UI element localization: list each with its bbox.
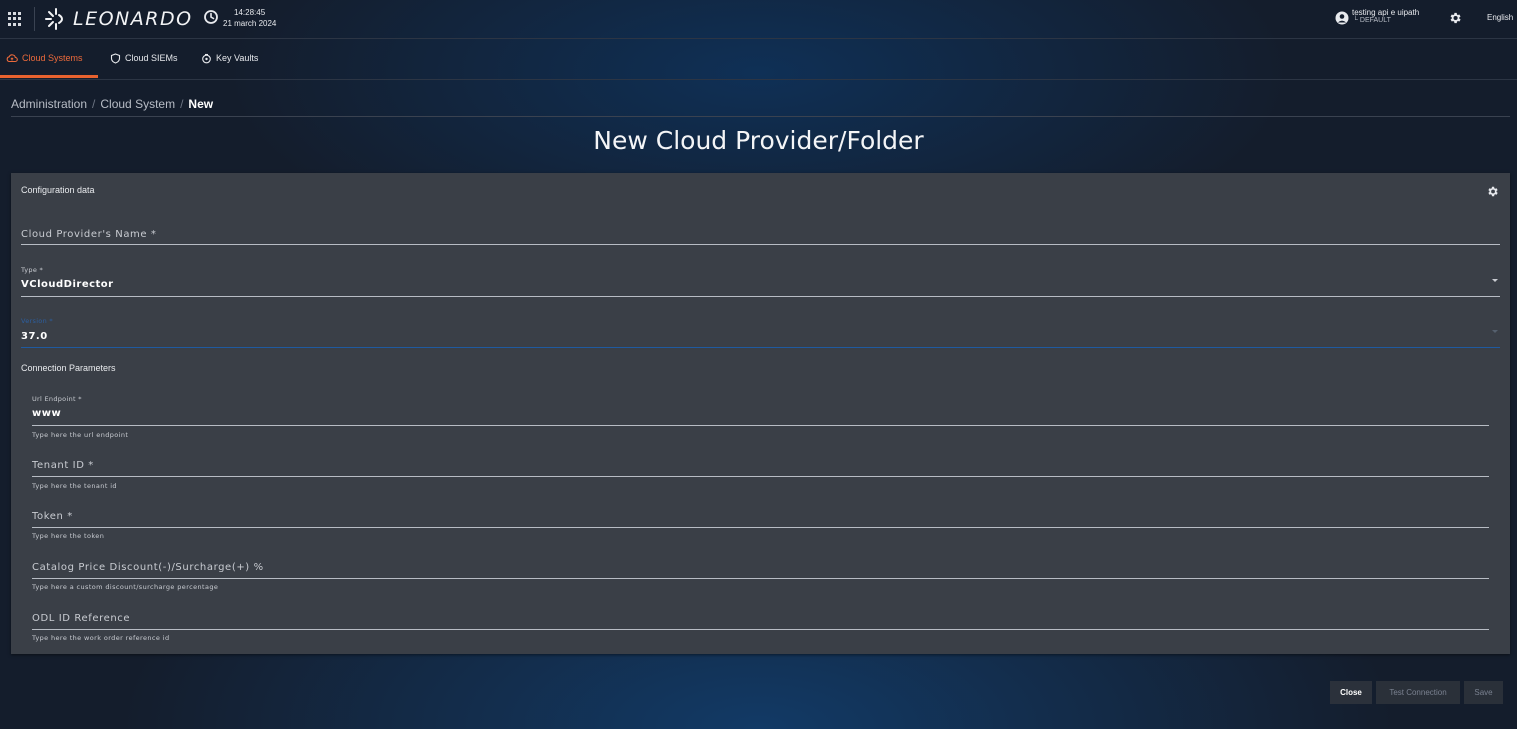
field-placeholder: ODL ID Reference xyxy=(32,613,131,624)
token-field[interactable]: Token * xyxy=(32,506,1489,528)
tab-cloud-siems[interactable]: Cloud SIEMs xyxy=(110,39,178,77)
field-placeholder: Token * xyxy=(32,511,73,522)
field-underline xyxy=(32,578,1489,579)
chevron-down-icon xyxy=(1492,330,1498,333)
clock-icon xyxy=(204,10,218,24)
tenant-id-field[interactable]: Tenant ID * xyxy=(32,455,1489,477)
current-date: 21 march 2024 xyxy=(223,19,277,28)
shield-icon xyxy=(110,52,121,64)
odl-id-reference-field[interactable]: ODL ID Reference xyxy=(32,608,1489,630)
field-underline xyxy=(32,476,1489,477)
field-underline xyxy=(21,296,1500,297)
tab-label: Key Vaults xyxy=(216,53,259,63)
leonardo-logo-icon xyxy=(45,8,63,30)
url-endpoint-hint: Type here the url endpoint xyxy=(32,431,129,439)
breadcrumb-administration[interactable]: Administration xyxy=(11,97,87,111)
field-value: 37.0 xyxy=(21,331,48,342)
current-time: 14:28:45 xyxy=(234,8,266,17)
card-title: Configuration data xyxy=(21,185,95,195)
catalog-price-discount-hint: Type here a custom discount/surcharge pe… xyxy=(32,583,219,591)
url-endpoint-field[interactable]: Url Endpoint * www xyxy=(32,395,1489,426)
divider xyxy=(11,116,1510,117)
save-button[interactable]: Save xyxy=(1464,681,1503,704)
language-selector[interactable]: English xyxy=(1487,13,1513,22)
page-title: New Cloud Provider/Folder xyxy=(593,126,924,155)
tab-key-vaults[interactable]: Key Vaults xyxy=(201,39,258,77)
breadcrumb-current: New xyxy=(188,97,214,111)
close-button[interactable]: Close xyxy=(1330,681,1372,704)
field-placeholder: Tenant ID * xyxy=(32,460,94,471)
test-connection-button[interactable]: Test Connection xyxy=(1376,681,1460,704)
field-underline xyxy=(32,629,1489,630)
breadcrumb-separator: / xyxy=(180,97,184,111)
apps-grid-icon[interactable] xyxy=(8,12,22,26)
logo[interactable]: LEONARDO xyxy=(45,6,193,32)
tab-label: Cloud Systems xyxy=(22,53,83,63)
configuration-card: Configuration data Cloud Provider's Name… xyxy=(11,173,1510,654)
type-select[interactable]: Type * VCloudDirector xyxy=(21,266,1500,297)
breadcrumb-separator: / xyxy=(92,97,96,111)
active-tab-indicator xyxy=(0,75,98,78)
field-label: Version * xyxy=(21,317,53,325)
field-label: Type * xyxy=(21,266,44,274)
user-name[interactable]: testing api e uipath xyxy=(1352,8,1419,17)
field-underline xyxy=(21,244,1500,245)
field-value: www xyxy=(32,408,62,419)
field-underline xyxy=(32,527,1489,528)
breadcrumb: Administration / Cloud System / New xyxy=(11,97,213,111)
divider xyxy=(34,7,35,31)
catalog-price-discount-field[interactable]: Catalog Price Discount(-)/Surcharge(+) % xyxy=(32,557,1489,579)
field-placeholder: Catalog Price Discount(-)/Surcharge(+) % xyxy=(32,562,264,573)
field-underline xyxy=(21,347,1500,348)
tenant-id-hint: Type here the tenant id xyxy=(32,482,117,490)
version-select[interactable]: Version * 37.0 xyxy=(21,317,1500,348)
tab-bar: Cloud Systems Cloud SIEMs Key Vaults xyxy=(0,39,1517,80)
cloud-icon xyxy=(6,54,18,63)
tab-label: Cloud SIEMs xyxy=(125,53,178,63)
settings-gear-icon[interactable] xyxy=(1448,11,1462,25)
key-vault-icon xyxy=(202,53,211,63)
top-bar: LEONARDO 14:28:45 21 march 2024 testing … xyxy=(0,0,1517,39)
odl-id-reference-hint: Type here the work order reference id xyxy=(32,634,170,642)
settings-gear-icon[interactable] xyxy=(1486,185,1499,198)
cloud-provider-name-field[interactable]: Cloud Provider's Name * xyxy=(21,223,1500,245)
tab-cloud-systems[interactable]: Cloud Systems xyxy=(6,39,83,77)
connection-parameters-title: Connection Parameters xyxy=(21,363,116,373)
breadcrumb-cloud-system[interactable]: Cloud System xyxy=(100,97,175,111)
chevron-down-icon xyxy=(1492,279,1498,282)
logo-text: LEONARDO xyxy=(73,8,193,30)
token-hint: Type here the token xyxy=(32,532,105,540)
user-tenant: └ DEFAULT xyxy=(1353,17,1391,24)
field-placeholder: Cloud Provider's Name * xyxy=(21,229,157,240)
field-label: Url Endpoint * xyxy=(32,395,82,403)
user-icon[interactable] xyxy=(1335,11,1349,25)
field-value: VCloudDirector xyxy=(21,279,114,290)
field-underline xyxy=(32,425,1489,426)
